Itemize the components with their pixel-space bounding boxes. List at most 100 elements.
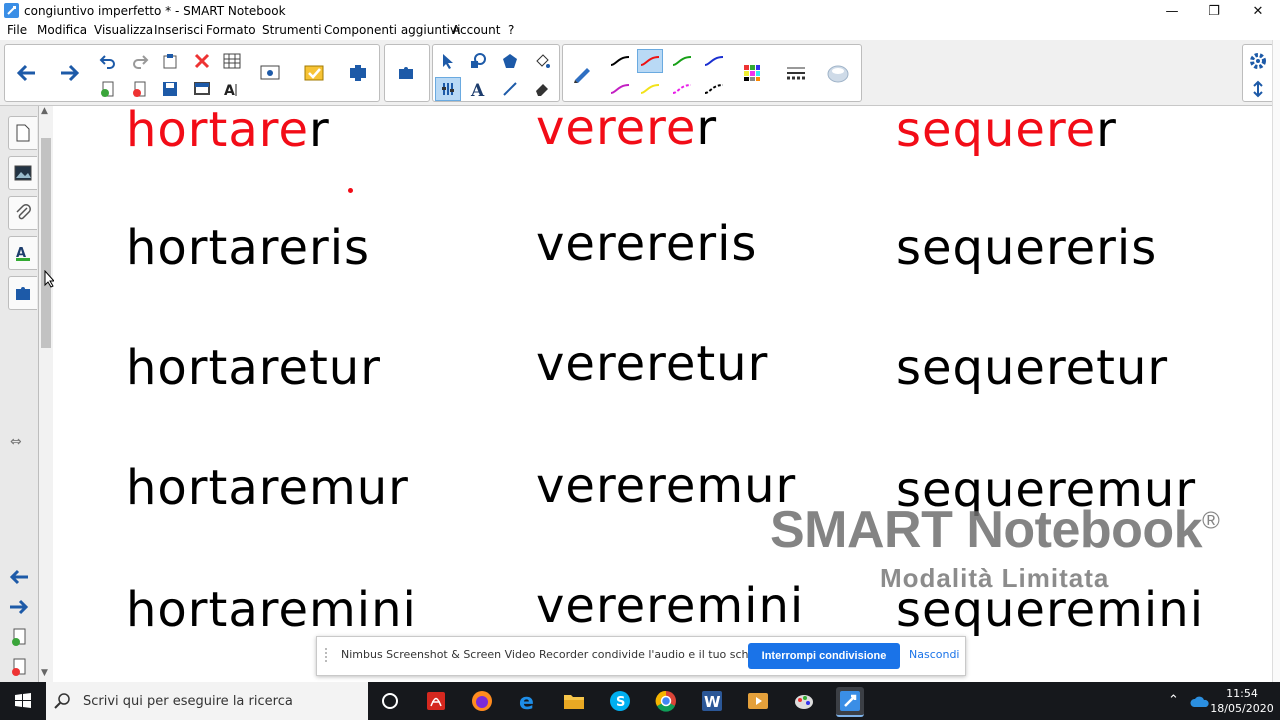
attachments-paperclip-icon[interactable] [8, 196, 37, 230]
pen-blue-icon[interactable] [701, 49, 727, 73]
hide-button[interactable]: Nascondi [909, 648, 960, 661]
windows-start-icon[interactable] [0, 682, 46, 720]
firefox-icon[interactable] [468, 687, 496, 715]
pen-yellow-icon[interactable] [637, 77, 663, 101]
gallery-icon[interactable] [8, 156, 37, 190]
pen-red-icon[interactable] [637, 49, 663, 73]
word-hortarer[interactable]: hortarer [126, 106, 330, 158]
menu-visualizza[interactable]: Visualizza [94, 23, 153, 37]
cortana-icon[interactable] [376, 687, 404, 715]
skype-icon[interactable]: S [606, 687, 634, 715]
redo-icon[interactable] [127, 49, 153, 73]
save-icon[interactable] [157, 77, 183, 101]
text-tool-icon[interactable]: A [219, 77, 245, 101]
word-sequerer[interactable]: sequerer [896, 106, 1117, 158]
notebook-page-canvas[interactable]: hortarer hortareris hortaretur hortaremu… [54, 106, 1272, 682]
show-hidden-icons-chevron-icon[interactable]: ⌃ [1168, 693, 1179, 708]
smart-notebook-icon[interactable] [836, 687, 864, 717]
fill-effects-icon[interactable] [825, 61, 851, 85]
scrollbar-thumb[interactable] [41, 138, 51, 348]
sidebar-previous-page-icon[interactable] [8, 568, 30, 590]
word-sequeretur[interactable]: sequeretur [896, 340, 1168, 396]
paint-icon[interactable] [790, 687, 818, 715]
page-sorter-icon[interactable] [8, 116, 37, 150]
shapes-icon[interactable] [465, 49, 491, 73]
word-vereremini[interactable]: vereremini [536, 578, 804, 634]
text-a-icon[interactable]: A [465, 77, 491, 101]
delete-icon[interactable] [189, 49, 215, 73]
video-icon[interactable] [744, 687, 772, 715]
toolbar-position-icon[interactable] [1245, 77, 1271, 101]
pen-black-icon[interactable] [607, 49, 633, 73]
edge-icon[interactable]: e [514, 687, 542, 715]
scroll-up-arrow-icon[interactable]: ▲ [41, 106, 48, 116]
menu-componenti-aggiuntivi[interactable]: Componenti aggiuntivi [324, 23, 460, 37]
toolbar-group-tools: A [432, 44, 560, 102]
drag-grip-icon[interactable] [325, 648, 333, 662]
sidebar-delete-page-icon[interactable] [10, 658, 28, 682]
taskbar-search-box[interactable]: Scrivi qui per eseguire la ricerca [46, 682, 368, 720]
screen-capture-icon[interactable] [257, 61, 283, 85]
resize-sidebar-icon[interactable]: ⇔ [10, 434, 22, 450]
fill-icon[interactable] [529, 49, 555, 73]
paste-icon[interactable] [157, 49, 183, 73]
delete-page-icon[interactable] [127, 77, 153, 101]
menu-account[interactable]: Account [452, 23, 500, 37]
add-page-icon[interactable] [95, 77, 121, 101]
color-palette-icon[interactable] [739, 61, 765, 85]
chrome-icon[interactable] [652, 687, 680, 715]
close-button[interactable]: ✕ [1238, 0, 1278, 22]
word-sequereris[interactable]: sequereris [896, 220, 1157, 276]
pen-pink-dashed-icon[interactable] [669, 77, 695, 101]
word-vereremur[interactable]: vereremur [536, 458, 796, 514]
properties-icon[interactable]: A [8, 236, 37, 270]
pen-tool-icon[interactable] [569, 61, 595, 85]
word-hortareris[interactable]: hortareris [126, 220, 370, 276]
lab-activity-icon[interactable] [345, 61, 371, 85]
menu-file[interactable]: File [7, 23, 27, 37]
word-vereretur[interactable]: vereretur [536, 336, 768, 392]
minimize-button[interactable]: — [1152, 0, 1192, 22]
pen-magenta-icon[interactable] [607, 77, 633, 101]
addons-tab-puzzle-icon[interactable] [8, 276, 37, 310]
response-icon[interactable] [301, 61, 327, 85]
eraser-icon[interactable] [529, 77, 555, 101]
pen-green-icon[interactable] [669, 49, 695, 73]
file-explorer-icon[interactable] [560, 687, 588, 715]
word-verereris[interactable]: verereris [536, 216, 757, 272]
svg-text:W: W [704, 693, 721, 711]
word-hortaretur[interactable]: hortaretur [126, 340, 381, 396]
next-page-arrow-icon[interactable] [57, 61, 83, 85]
previous-page-arrow-icon[interactable] [13, 61, 39, 85]
sidebar-next-page-icon[interactable] [8, 598, 30, 620]
menu-formato[interactable]: Formato [206, 23, 256, 37]
table-icon[interactable] [219, 49, 245, 73]
menu-modifica[interactable]: Modifica [37, 23, 87, 37]
restore-button[interactable]: ❐ [1194, 0, 1234, 22]
polygon-icon[interactable] [497, 49, 523, 73]
vertical-scrollbar[interactable]: ▲ ▼ [39, 106, 53, 682]
pen-black-dashed-icon[interactable] [701, 77, 727, 101]
scroll-down-arrow-icon[interactable]: ▼ [41, 668, 48, 678]
stop-sharing-button[interactable]: Interrompi condivisione [748, 643, 900, 669]
taskbar-clock[interactable]: 11:54 18/05/2020 [1210, 686, 1274, 716]
word-ending: r [696, 106, 718, 156]
line-style-icon[interactable] [783, 61, 809, 85]
pen-properties-icon[interactable] [435, 77, 461, 101]
select-arrow-icon[interactable] [435, 49, 461, 73]
sidebar-add-page-icon[interactable] [10, 628, 28, 652]
screen-shade-icon[interactable] [189, 77, 215, 101]
settings-gear-icon[interactable] [1245, 49, 1271, 73]
addons-puzzle-icon[interactable] [393, 61, 419, 85]
word-hortaremini[interactable]: hortaremini [126, 582, 417, 638]
undo-icon[interactable] [95, 49, 121, 73]
menu-inserisci[interactable]: Inserisci [154, 23, 203, 37]
word-icon[interactable]: W [698, 687, 726, 715]
menu-help[interactable]: ? [508, 23, 514, 37]
acrobat-icon[interactable] [422, 687, 450, 715]
onedrive-cloud-icon[interactable] [1190, 694, 1210, 713]
word-hortaremur[interactable]: hortaremur [126, 460, 409, 516]
menu-strumenti[interactable]: Strumenti [262, 23, 322, 37]
line-icon[interactable] [497, 77, 523, 101]
word-vererer[interactable]: vererer [536, 106, 717, 156]
